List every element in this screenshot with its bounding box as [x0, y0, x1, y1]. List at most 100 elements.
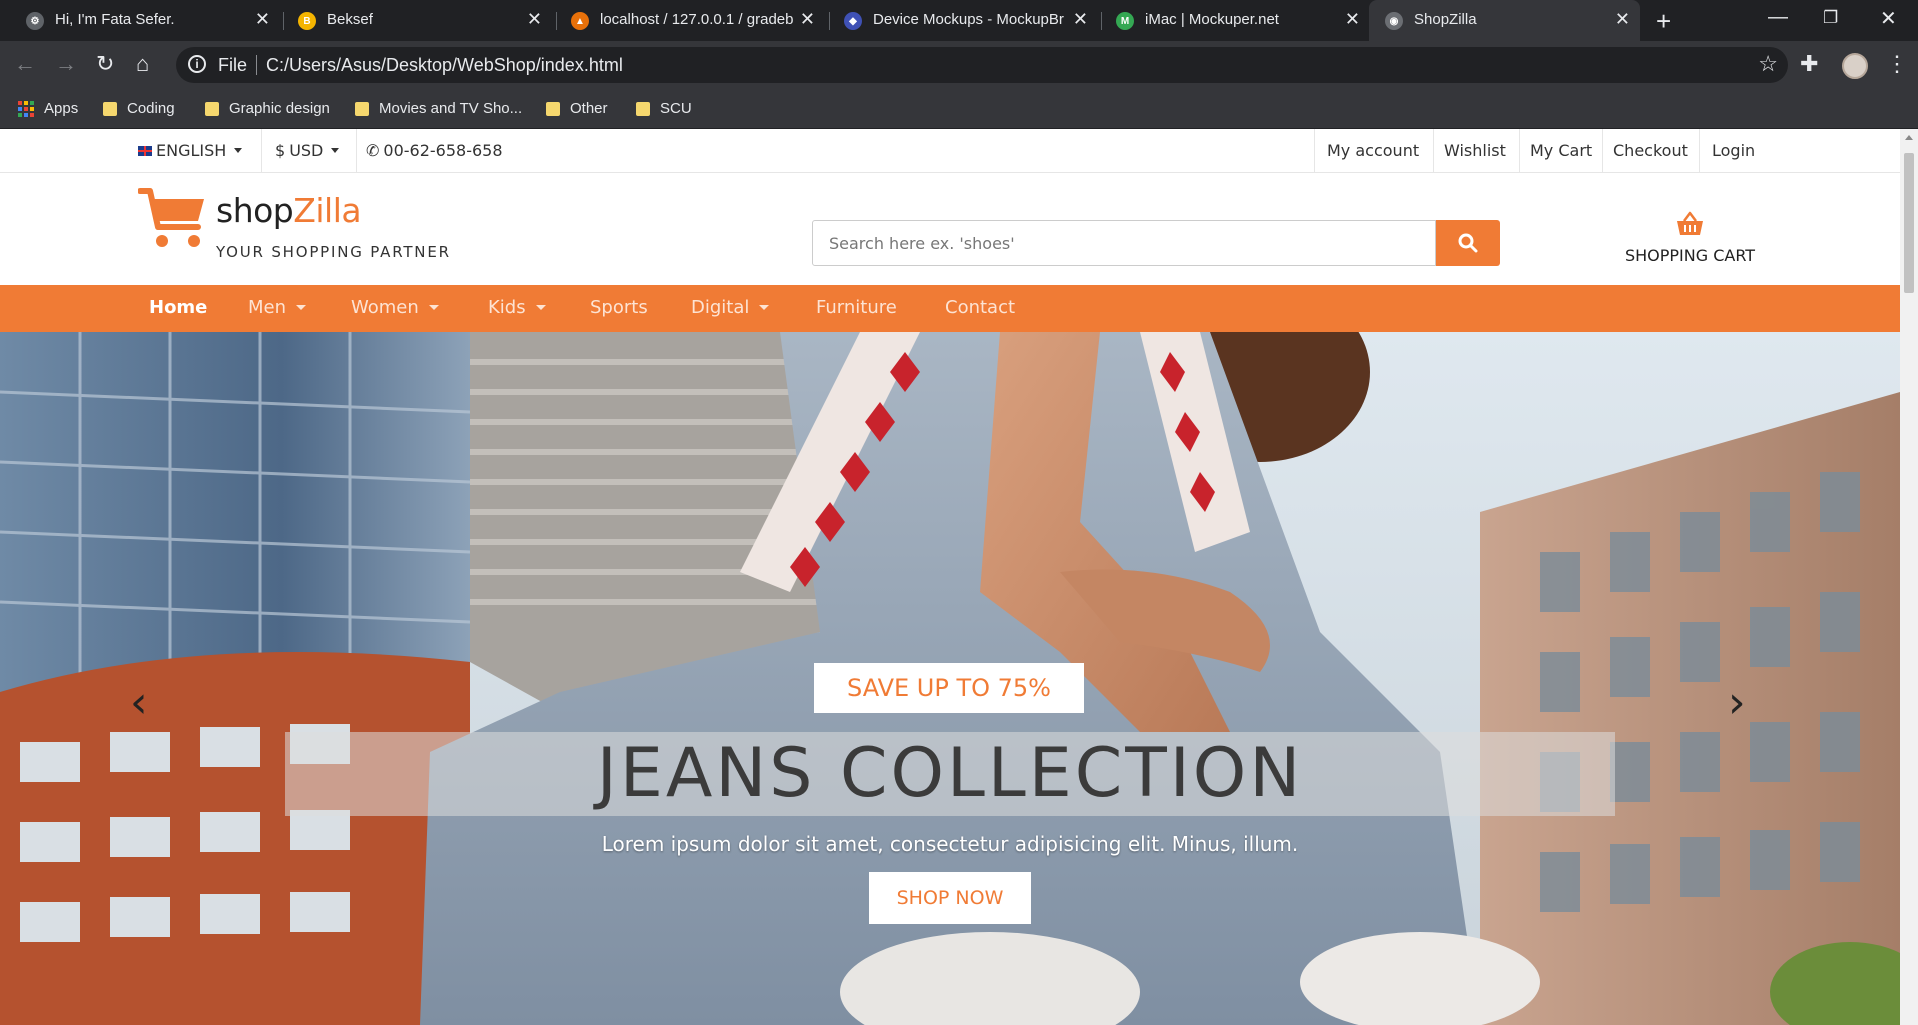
minimize-window-icon[interactable]: —	[1768, 6, 1788, 29]
bookmark-folder[interactable]: Movies and TV Sho...	[355, 100, 522, 117]
nav-men[interactable]: Men	[248, 297, 307, 318]
currency-label: USD	[289, 141, 324, 160]
nav-label: Digital	[691, 297, 750, 318]
forward-arrow-icon[interactable]: →	[55, 53, 77, 75]
bookmark-folder[interactable]: SCU	[636, 100, 692, 117]
bookmark-star-icon[interactable]: ☆	[1758, 51, 1778, 77]
close-tab-icon[interactable]: ✕	[800, 9, 815, 30]
checkout-link[interactable]: Checkout	[1613, 141, 1688, 160]
top-utility-bar: ENGLISH $ USD ✆ 00-62-658-658 My account…	[0, 129, 1900, 173]
browser-tab[interactable]: B Beksef ✕	[272, 0, 552, 41]
shop-now-button[interactable]: SHOP NOW	[869, 872, 1031, 924]
divider	[1602, 129, 1603, 173]
bookmark-label: SCU	[660, 100, 692, 117]
nav-digital[interactable]: Digital	[691, 297, 770, 318]
phone-label: 00-62-658-658	[383, 141, 503, 160]
close-tab-icon[interactable]: ✕	[1073, 9, 1088, 30]
search-button[interactable]	[1436, 220, 1500, 266]
restore-window-icon[interactable]: ❐	[1823, 8, 1838, 28]
shopping-cart-logo-icon[interactable]	[138, 187, 208, 251]
browser-tab-active[interactable]: ◉ ShopZilla ✕	[1369, 0, 1640, 41]
bookmark-label: Apps	[44, 100, 79, 117]
divider	[1314, 129, 1315, 173]
bookmark-folder[interactable]: Coding	[103, 100, 175, 117]
bookmarks-bar: Apps Coding Graphic design Movies and TV…	[0, 88, 1918, 129]
nav-contact[interactable]: Contact	[945, 297, 1015, 318]
login-link[interactable]: Login	[1712, 141, 1755, 160]
bookmark-folder[interactable]: Other	[546, 100, 608, 117]
carousel-next-chevron-icon[interactable]: ›	[1728, 677, 1746, 728]
browser-tab[interactable]: ◆ Device Mockups - MockupBr ✕	[818, 0, 1098, 41]
beksef-favicon-icon: B	[298, 12, 316, 30]
uk-flag-icon	[138, 145, 152, 156]
tab-title: Device Mockups - MockupBr	[873, 11, 1064, 28]
my-cart-link[interactable]: My Cart	[1530, 141, 1592, 160]
nav-furniture[interactable]: Furniture	[816, 297, 897, 318]
bookmark-folder[interactable]: Graphic design	[205, 100, 330, 117]
nav-label: Home	[149, 297, 208, 318]
browser-tab[interactable]: M iMac | Mockuper.net ✕	[1090, 0, 1370, 41]
address-divider	[256, 55, 257, 75]
nav-women[interactable]: Women	[351, 297, 439, 318]
close-tab-icon[interactable]: ✕	[255, 9, 270, 30]
profile-avatar[interactable]	[1842, 53, 1868, 79]
info-icon[interactable]: i	[188, 55, 206, 73]
search-icon	[1458, 233, 1478, 253]
divider	[1519, 129, 1520, 173]
home-icon[interactable]: ⌂	[136, 53, 149, 75]
menu-kebab-icon[interactable]: ⋮	[1886, 51, 1908, 77]
scrollbar-thumb[interactable]	[1904, 153, 1914, 293]
close-tab-icon[interactable]: ✕	[1345, 9, 1360, 30]
chevron-down-icon	[331, 148, 340, 153]
nav-label: Kids	[488, 297, 526, 318]
extensions-puzzle-icon[interactable]: ✚	[1800, 51, 1818, 77]
nav-home[interactable]: Home	[149, 297, 207, 318]
close-tab-icon[interactable]: ✕	[527, 9, 542, 30]
back-arrow-icon[interactable]: ←	[14, 53, 36, 75]
carousel-prev-chevron-icon[interactable]: ‹	[130, 677, 148, 728]
bookmark-apps[interactable]: Apps	[18, 100, 78, 117]
new-tab-plus-icon[interactable]: +	[1656, 6, 1671, 37]
chevron-down-icon	[428, 305, 439, 310]
tab-title: Beksef	[327, 11, 373, 28]
url-scheme: File	[218, 55, 248, 75]
shopping-cart-button[interactable]: SHOPPING CART	[1600, 211, 1780, 265]
nav-label: Men	[248, 297, 287, 318]
nav-kids[interactable]: Kids	[488, 297, 546, 318]
main-navigation: Home Men Women Kids Sports Digital Furni…	[0, 285, 1900, 332]
dollar-icon: $	[275, 141, 286, 160]
search-input[interactable]	[812, 220, 1436, 266]
nav-sports[interactable]: Sports	[590, 297, 648, 318]
close-window-icon[interactable]: ✕	[1880, 6, 1897, 31]
shopping-cart-label: SHOPPING CART	[1624, 246, 1756, 265]
hero-title: JEANS COLLECTION	[596, 734, 1304, 813]
tab-title: ShopZilla	[1414, 11, 1477, 28]
mockupbro-favicon-icon: ◆	[844, 12, 862, 30]
settings-favicon-icon: ⚙	[26, 12, 44, 30]
address-bar[interactable]: i File C:/Users/Asus/Desktop/WebShop/ind…	[176, 47, 1788, 83]
brand-accent: Zilla	[293, 191, 362, 230]
hero-carousel: ‹ › SAVE UP TO 75% JEANS COLLECTION Lore…	[0, 332, 1900, 1025]
scroll-up-arrow-icon[interactable]	[1905, 135, 1913, 140]
divider	[261, 129, 262, 173]
browser-tab[interactable]: ⚙ Hi, I'm Fata Sefer. ✕	[0, 0, 280, 41]
page-scrollbar[interactable]	[1900, 129, 1918, 1025]
browser-tab[interactable]: ▲ localhost / 127.0.0.1 / gradeb ✕	[545, 0, 825, 41]
url-text[interactable]: C:/Users/Asus/Desktop/WebShop/index.html	[266, 55, 623, 76]
page-viewport: ENGLISH $ USD ✆ 00-62-658-658 My account…	[0, 129, 1900, 1025]
chevron-down-icon	[759, 305, 770, 310]
wishlist-link[interactable]: Wishlist	[1444, 141, 1506, 160]
basket-icon	[1677, 211, 1703, 235]
currency-selector[interactable]: $ USD	[275, 141, 340, 160]
reload-icon[interactable]: ↻	[96, 53, 114, 75]
browser-tab-strip: ⚙ Hi, I'm Fata Sefer. ✕ B Beksef ✕ ▲ loc…	[0, 0, 1918, 41]
my-account-link[interactable]: My account	[1327, 141, 1419, 160]
site-header: shopZilla YOUR SHOPPING PARTNER SHOPPING…	[0, 173, 1900, 279]
nav-label: Sports	[590, 297, 648, 318]
apps-grid-icon	[18, 100, 34, 117]
close-tab-icon[interactable]: ✕	[1615, 9, 1630, 30]
mockuper-favicon-icon: M	[1116, 12, 1134, 30]
folder-icon	[355, 101, 369, 116]
brand-logo[interactable]: shopZilla	[216, 191, 362, 230]
language-selector[interactable]: ENGLISH	[138, 141, 243, 160]
